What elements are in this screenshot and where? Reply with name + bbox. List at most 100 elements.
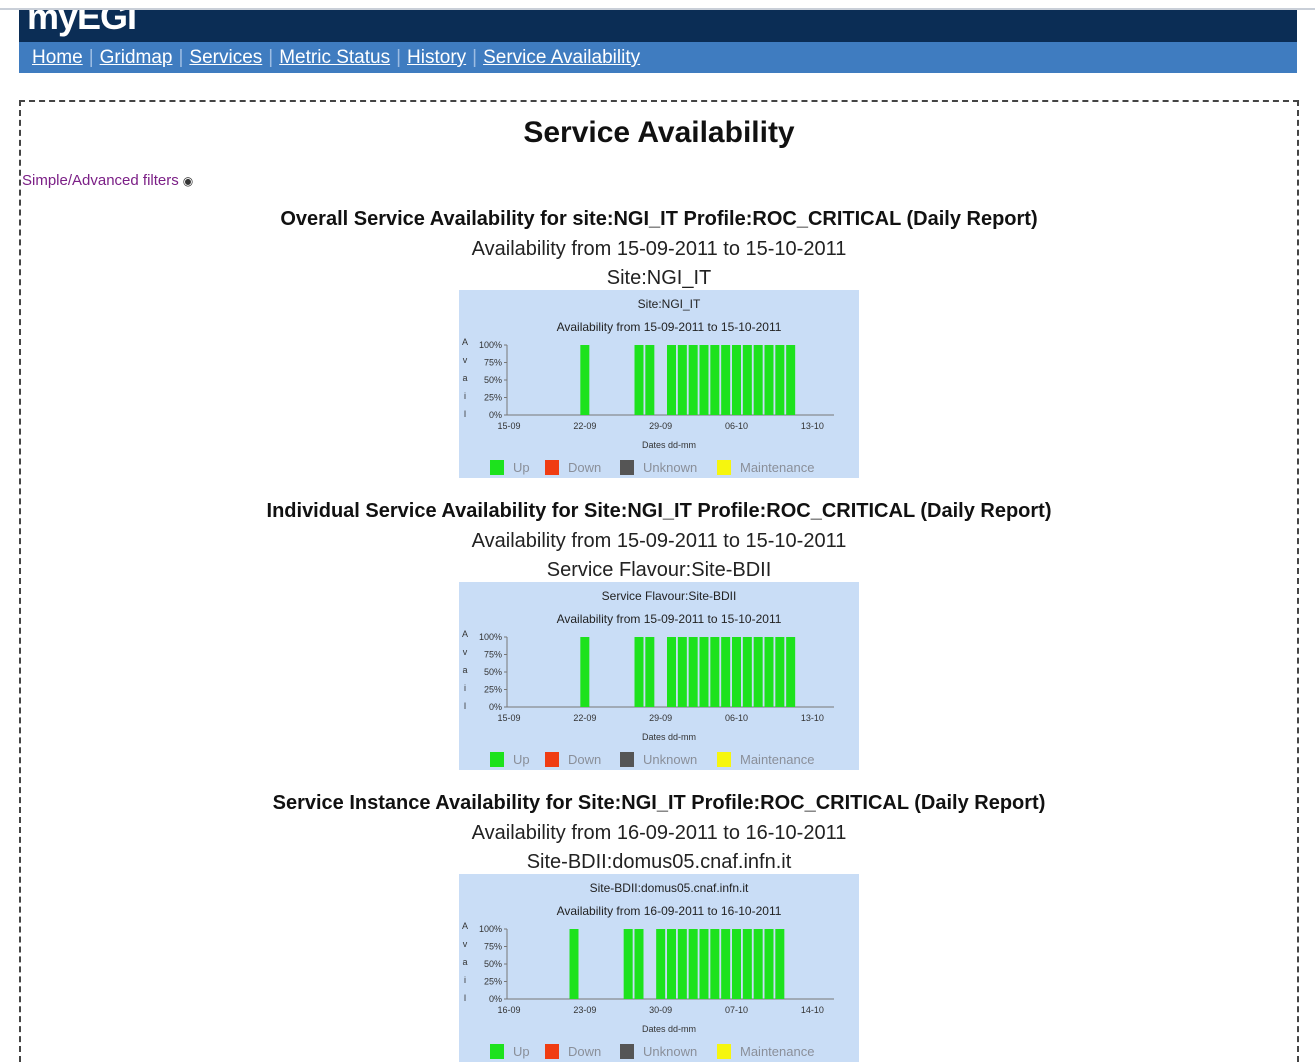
x-tick-label: 30-09 <box>649 1005 672 1015</box>
bar-30-09 <box>656 929 666 999</box>
bar-10-10 <box>775 345 785 415</box>
y-axis-label-letter: l <box>464 993 466 1003</box>
bar-27-09 <box>634 345 644 415</box>
bar-03-10 <box>699 637 709 707</box>
browser-top-edge <box>0 0 1315 10</box>
x-tick-label: 23-09 <box>573 1005 596 1015</box>
availability-chart: Site-BDII:domus05.cnaf.infn.it Availabili… <box>459 874 859 1062</box>
bar-11-10 <box>786 637 796 707</box>
bar-03-10 <box>688 929 698 999</box>
bar-01-10 <box>677 637 687 707</box>
x-tick-label: 16-09 <box>497 1005 520 1015</box>
bar-22-09 <box>580 637 590 707</box>
site-logo[interactable]: myEGI <box>27 10 137 38</box>
nav-link-home[interactable]: Home <box>32 47 83 68</box>
bar-09-10 <box>764 637 774 707</box>
chart-caption: Service Flavour:Site-BDII <box>546 559 772 581</box>
legend-swatch-unknown <box>620 460 634 475</box>
chart-caption: Site:NGI_IT <box>606 267 712 289</box>
x-tick-label: 13-10 <box>801 713 824 723</box>
legend-label-down: Down <box>568 752 601 767</box>
y-axis-label-letter: l <box>464 409 466 419</box>
legend-label-unknown: Unknown <box>643 1044 697 1059</box>
bar-06-10 <box>721 929 731 999</box>
bar-01-10 <box>677 345 687 415</box>
bar-05-10 <box>721 637 731 707</box>
legend-label-maintenance: Maintenance <box>740 460 814 475</box>
section-title: Individual Service Availability for Site… <box>266 500 1052 522</box>
y-axis-label-letter: i <box>464 975 466 985</box>
legend-swatch-maintenance <box>717 460 731 475</box>
eye-icon[interactable]: ◉ <box>183 174 193 188</box>
x-tick-label: 06-10 <box>725 421 748 431</box>
bar-07-10 <box>742 637 752 707</box>
bar-02-10 <box>677 929 687 999</box>
nav-links: Home | Gridmap | Services | Metric Status | Hist… <box>32 47 640 69</box>
section-title: Service Instance Availability for Site:N… <box>272 792 1046 814</box>
y-tick-label: 100% <box>479 632 502 642</box>
legend-label-up: Up <box>513 1044 530 1059</box>
legend-swatch-unknown <box>620 1044 634 1059</box>
bar-28-09 <box>645 345 655 415</box>
nav-link-service-availability[interactable]: Service Availability <box>483 47 640 68</box>
nav-link-metric-status[interactable]: Metric Status <box>279 47 390 68</box>
filters-toggle-link[interactable]: Simple/Advanced filters ◉ <box>22 172 193 189</box>
y-tick-label: 0% <box>489 994 502 1004</box>
y-axis-label-letter: a <box>462 373 467 383</box>
legend-swatch-up <box>490 1044 504 1059</box>
bar-03-10 <box>699 345 709 415</box>
nav-link-gridmap[interactable]: Gridmap <box>100 47 173 68</box>
legend-label-down: Down <box>568 1044 601 1059</box>
x-axis-label: Dates dd-mm <box>642 1024 696 1034</box>
y-tick-label: 75% <box>484 650 502 660</box>
bar-08-10 <box>753 637 763 707</box>
site-header: myEGI <box>19 10 1297 42</box>
section-date-range: Availability from 15-09-2011 to 15-10-20… <box>471 530 847 552</box>
nav-separator: | <box>268 47 274 68</box>
y-axis-label-letter: v <box>463 939 468 949</box>
main-content: Service Availability Simple/Advanced fil… <box>19 100 1299 1062</box>
legend-swatch-down <box>545 752 559 767</box>
y-axis-label-letter: A <box>462 337 468 347</box>
chart-svg: Service Flavour:Site-BDII Availability fr… <box>462 589 834 767</box>
nav-link-services[interactable]: Services <box>189 47 262 68</box>
bar-09-10 <box>764 345 774 415</box>
legend-swatch-up <box>490 460 504 475</box>
filters-link-label[interactable]: Simple/Advanced filters <box>22 172 179 189</box>
x-axis-label: Dates dd-mm <box>642 732 696 742</box>
nav-separator: | <box>396 47 402 68</box>
legend-label-maintenance: Maintenance <box>740 1044 814 1059</box>
nav-link-history[interactable]: History <box>407 47 466 68</box>
y-axis-label-letter: A <box>462 629 468 639</box>
bar-28-09 <box>645 637 655 707</box>
section-date-range: Availability from 16-09-2011 to 16-10-20… <box>471 822 847 844</box>
y-tick-label: 100% <box>479 924 502 934</box>
bar-11-10 <box>775 929 785 999</box>
y-axis-label-letter: i <box>464 391 466 401</box>
y-tick-label: 50% <box>484 959 502 969</box>
bar-22-09 <box>569 929 579 999</box>
x-tick-label: 06-10 <box>725 713 748 723</box>
legend-swatch-down <box>545 1044 559 1059</box>
legend-swatch-down <box>545 460 559 475</box>
bar-27-09 <box>623 929 633 999</box>
y-axis-label-letter: A <box>462 921 468 931</box>
bar-08-10 <box>742 929 752 999</box>
bar-06-10 <box>732 345 741 415</box>
chart-svg: Site-BDII:domus05.cnaf.infn.it Availabili… <box>462 881 834 1059</box>
bar-07-10 <box>742 345 752 415</box>
x-axis-label: Dates dd-mm <box>642 440 696 450</box>
y-tick-label: 50% <box>484 375 502 385</box>
bar-04-10 <box>699 929 709 999</box>
bar-09-10 <box>753 929 763 999</box>
y-axis-label-letter: l <box>464 701 466 711</box>
bar-27-09 <box>634 637 644 707</box>
x-tick-label: 29-09 <box>649 421 672 431</box>
legend-swatch-unknown <box>620 752 634 767</box>
chart-title: Site-BDII:domus05.cnaf.infn.it <box>590 881 749 895</box>
legend-label-up: Up <box>513 460 530 475</box>
y-tick-label: 0% <box>489 410 502 420</box>
chart-caption: Site-BDII:domus05.cnaf.infn.it <box>526 851 792 873</box>
nav-separator: | <box>472 47 478 68</box>
y-axis-label-letter: a <box>462 957 467 967</box>
